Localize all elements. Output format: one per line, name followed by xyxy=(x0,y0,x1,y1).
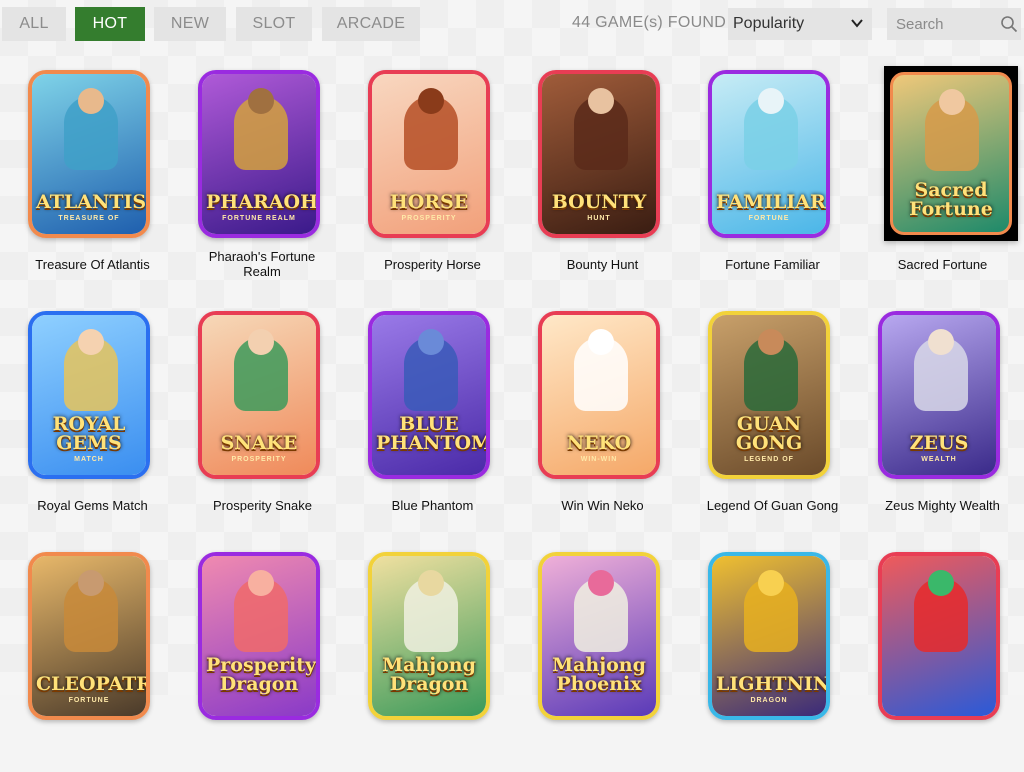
game-character-head xyxy=(418,88,444,114)
game-logo: BLUE PHANTOM xyxy=(376,413,490,454)
game-logo: SNAKE xyxy=(220,432,298,454)
game-title[interactable]: Blue Phantom xyxy=(340,498,525,513)
game-logo-subtitle: WIN-WIN xyxy=(580,456,618,463)
game-title[interactable]: Legend Of Guan Gong xyxy=(680,498,865,513)
game-logo: FAMILIAR xyxy=(716,191,826,213)
game-logo-subtitle: PROSPERITY xyxy=(231,456,287,463)
game-logo: Mahjong Dragon xyxy=(382,654,476,695)
game-logo: Mahjong Phoenix xyxy=(552,654,646,695)
game-thumbnail[interactable]: FAMILIAR FORTUNE xyxy=(708,70,830,238)
game-thumbnail[interactable]: ATLANTIS TREASURE OF xyxy=(28,70,150,238)
game-thumbnail[interactable]: Sacred Fortune xyxy=(884,66,1018,241)
game-logo-subtitle: WEALTH xyxy=(921,456,957,463)
game-character-head xyxy=(418,329,444,355)
game-title[interactable]: Prosperity Snake xyxy=(170,498,355,513)
game-logo: LIGHTNING xyxy=(716,673,830,695)
game-card[interactable]: BLUE PHANTOM Blue Phantom xyxy=(340,311,510,531)
game-card[interactable]: HORSE PROSPERITY Prosperity Horse xyxy=(340,70,510,290)
game-title[interactable]: Sacred Fortune xyxy=(850,257,1024,272)
game-character-head xyxy=(248,570,274,596)
game-title[interactable]: Pharaoh's Fortune Realm xyxy=(197,249,327,279)
game-card[interactable]: Mahjong Phoenix xyxy=(510,552,680,772)
game-character-head xyxy=(78,88,104,114)
game-character-head xyxy=(588,88,614,114)
game-logo-subtitle: FORTUNE xyxy=(68,697,110,704)
game-logo: ROYAL GEMS xyxy=(52,413,126,454)
game-title[interactable]: Royal Gems Match xyxy=(0,498,185,513)
game-card[interactable] xyxy=(850,552,1020,772)
game-logo-subtitle: TREASURE OF xyxy=(58,215,120,222)
game-artwork xyxy=(882,556,996,716)
game-logo-subtitle: FORTUNE xyxy=(748,215,790,222)
game-logo-subtitle: LEGEND OF xyxy=(744,456,794,463)
game-logo: PHARAOH xyxy=(206,191,319,213)
game-character-head xyxy=(758,329,784,355)
game-logo: CLEOPATRA'S xyxy=(36,673,150,695)
game-title[interactable]: Treasure Of Atlantis xyxy=(0,257,185,272)
game-grid: ATLANTIS TREASURE OF Treasure Of Atlantis P… xyxy=(0,0,1024,720)
game-card[interactable]: GUAN GONG LEGEND OF Legend Of Guan Gong xyxy=(680,311,850,531)
game-title[interactable]: Bounty Hunt xyxy=(510,257,695,272)
game-card[interactable]: Sacred Fortune Sacred Fortune xyxy=(850,66,1020,290)
game-character-head xyxy=(928,329,954,355)
game-card[interactable]: Mahjong Dragon xyxy=(340,552,510,772)
game-logo-subtitle: FORTUNE REALM xyxy=(222,215,296,222)
game-title[interactable]: Win Win Neko xyxy=(510,498,695,513)
game-title[interactable]: Zeus Mighty Wealth xyxy=(850,498,1024,513)
game-thumbnail[interactable]: BOUNTY HUNT xyxy=(538,70,660,238)
game-character-head xyxy=(418,570,444,596)
game-character-head xyxy=(78,329,104,355)
game-logo-subtitle: DRAGON xyxy=(750,697,788,704)
game-logo: ZEUS xyxy=(909,432,969,454)
game-logo: Prosperity Dragon xyxy=(206,654,317,695)
game-card[interactable]: ZEUS WEALTH Zeus Mighty Wealth xyxy=(850,311,1020,531)
game-title[interactable]: Prosperity Horse xyxy=(340,257,525,272)
game-thumbnail[interactable]: ZEUS WEALTH xyxy=(878,311,1000,479)
game-logo-subtitle: PROSPERITY xyxy=(401,215,457,222)
game-logo-subtitle: HUNT xyxy=(587,215,611,222)
game-title[interactable]: Fortune Familiar xyxy=(680,257,865,272)
game-character-head xyxy=(939,89,965,115)
game-thumbnail[interactable]: ROYAL GEMS MATCH xyxy=(28,311,150,479)
game-character-head xyxy=(758,88,784,114)
game-thumbnail[interactable]: GUAN GONG LEGEND OF xyxy=(708,311,830,479)
game-character-head xyxy=(78,570,104,596)
game-logo: Sacred Fortune xyxy=(909,179,993,220)
game-card[interactable]: SNAKE PROSPERITY Prosperity Snake xyxy=(170,311,340,531)
game-thumbnail[interactable]: PHARAOH FORTUNE REALM xyxy=(198,70,320,238)
game-logo: HORSE xyxy=(389,191,469,213)
game-thumbnail[interactable]: NEKO WIN-WIN xyxy=(538,311,660,479)
game-character-head xyxy=(248,329,274,355)
game-character-head xyxy=(588,570,614,596)
game-card[interactable]: LIGHTNING DRAGON xyxy=(680,552,850,772)
game-card[interactable]: Prosperity Dragon xyxy=(170,552,340,772)
game-card[interactable]: CLEOPATRA'S FORTUNE xyxy=(0,552,170,772)
game-card[interactable]: FAMILIAR FORTUNE Fortune Familiar xyxy=(680,70,850,290)
game-card[interactable]: PHARAOH FORTUNE REALM Pharaoh's Fortune Re… xyxy=(170,70,340,290)
game-character-head xyxy=(248,88,274,114)
game-logo: BOUNTY xyxy=(551,191,647,213)
game-logo: ATLANTIS xyxy=(36,191,147,213)
game-thumbnail[interactable]: SNAKE PROSPERITY xyxy=(198,311,320,479)
game-card[interactable]: ROYAL GEMS MATCH Royal Gems Match xyxy=(0,311,170,531)
game-card[interactable]: BOUNTY HUNT Bounty Hunt xyxy=(510,70,680,290)
game-card[interactable]: ATLANTIS TREASURE OF Treasure Of Atlantis xyxy=(0,70,170,290)
game-character-head xyxy=(758,570,784,596)
game-thumbnail[interactable]: HORSE PROSPERITY xyxy=(368,70,490,238)
game-logo: GUAN GONG xyxy=(735,413,803,454)
game-card[interactable]: NEKO WIN-WIN Win Win Neko xyxy=(510,311,680,531)
game-thumbnail[interactable]: BLUE PHANTOM xyxy=(368,311,490,479)
game-character-head xyxy=(588,329,614,355)
game-character-head xyxy=(928,570,954,596)
game-logo-subtitle: MATCH xyxy=(74,456,104,463)
game-logo: NEKO xyxy=(566,432,632,454)
